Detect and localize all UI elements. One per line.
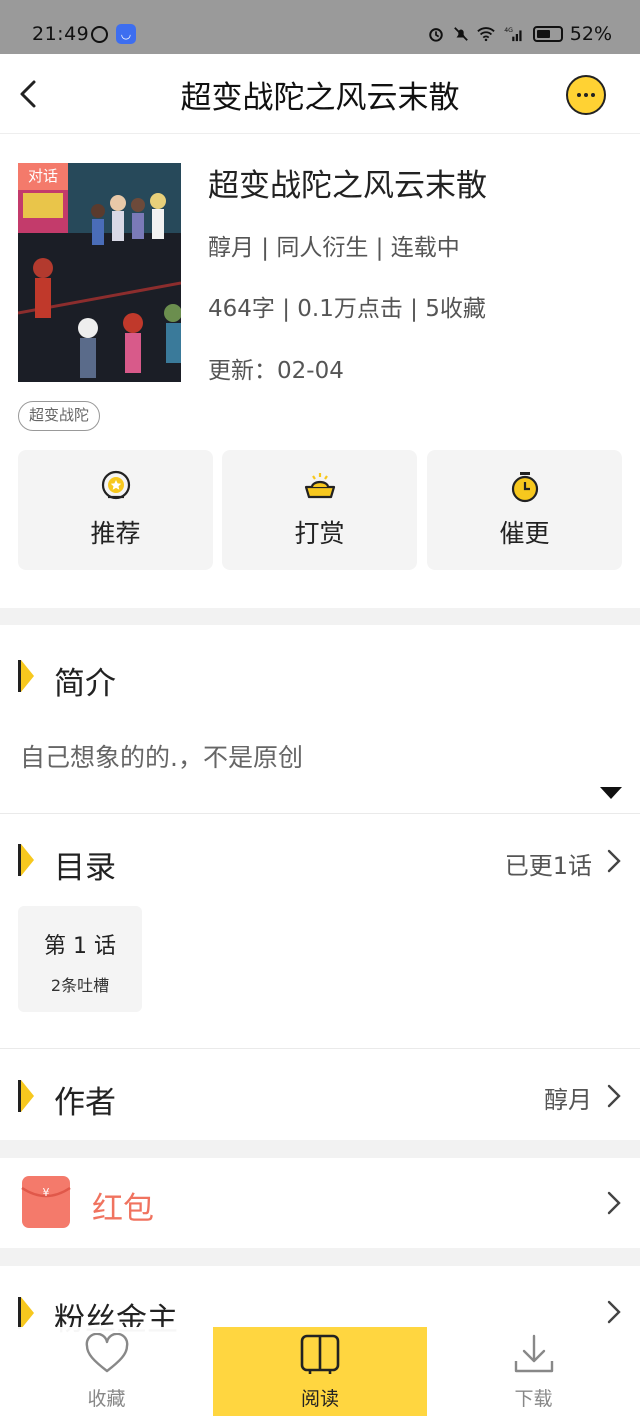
book-author-category-status: 醇月 | 同人衍生 | 连载中 <box>208 235 460 261</box>
read-label: 阅读 <box>300 1388 339 1410</box>
tip-label: 打赏 <box>294 519 345 548</box>
section-marker-icon <box>18 1297 34 1329</box>
heart-icon <box>85 1333 128 1373</box>
book-tag-chip[interactable]: 超变战陀 <box>18 401 101 431</box>
chevron-right-icon[interactable] <box>606 848 622 874</box>
battery-percent: 52% <box>569 23 612 45</box>
page-title: 超变战陀之风云末散 <box>180 80 460 116</box>
more-options-button[interactable] <box>566 75 606 115</box>
chapter-comment-count: 2条吐槽 <box>50 976 110 995</box>
section-divider <box>0 608 640 625</box>
chapter-card[interactable]: 第 1 话 2条吐槽 <box>18 906 142 1012</box>
book-title: 超变战陀之风云末散 <box>208 168 487 204</box>
download-label: 下载 <box>514 1388 553 1410</box>
status-time: 21:49 <box>32 23 90 45</box>
divider-line <box>0 813 640 814</box>
expand-arrow-icon[interactable] <box>600 787 622 799</box>
tip-button[interactable]: 打赏 <box>222 450 417 570</box>
chevron-right-icon[interactable] <box>606 1083 622 1109</box>
catalog-updated-count[interactable]: 已更1话 <box>505 846 592 881</box>
urge-update-button[interactable]: 催更 <box>427 450 622 570</box>
section-divider <box>0 1248 640 1266</box>
read-tab[interactable]: 阅读 <box>213 1327 427 1416</box>
section-marker-icon <box>18 1080 34 1112</box>
section-marker-icon <box>18 844 34 876</box>
battery-icon <box>532 26 563 42</box>
catalog-section-title: 目录 <box>54 850 116 886</box>
recommend-button[interactable]: 推荐 <box>18 450 213 570</box>
red-packet-icon[interactable]: ¥ <box>18 1174 74 1230</box>
status-bar: 21:49 ◡ 4G 52% <box>0 0 640 54</box>
alarm-icon <box>91 26 108 43</box>
more-dot <box>591 93 595 97</box>
book-stats: 464字 | 0.1万点击 | 5收藏 <box>208 296 486 322</box>
divider-line <box>0 1048 640 1049</box>
medal-icon <box>101 470 130 500</box>
author-section-title: 作者 <box>54 1085 116 1121</box>
more-dot <box>577 93 581 97</box>
red-packet-label[interactable]: 红包 <box>92 1183 154 1228</box>
chevron-right-icon[interactable] <box>606 1190 622 1216</box>
status-right: 4G 52% <box>427 23 612 45</box>
section-marker-icon <box>18 660 34 692</box>
intro-text: 自己想象的的.，不是原创 <box>20 743 303 772</box>
svg-text:¥: ¥ <box>43 1186 50 1199</box>
mute-icon <box>453 27 468 41</box>
alarm-icon <box>429 28 443 42</box>
section-divider <box>0 1140 640 1158</box>
intro-section-title: 简介 <box>54 666 116 702</box>
urge-update-label: 催更 <box>499 519 550 548</box>
chevron-right-icon[interactable] <box>606 1299 622 1325</box>
signal-icon: 4G <box>504 27 522 42</box>
chapter-title: 第 1 话 <box>44 934 116 959</box>
timer-icon <box>511 472 538 503</box>
bottom-action-bar: 收藏 阅读 下载 <box>0 1327 640 1416</box>
download-icon <box>514 1334 553 1373</box>
cover-tag-badge: 对话 <box>18 163 68 190</box>
gold-ingot-icon <box>304 473 335 499</box>
svg-text:4G: 4G <box>504 27 513 34</box>
favorite-label: 收藏 <box>87 1388 126 1410</box>
app-notification-icon: ◡ <box>116 24 136 44</box>
more-dot <box>584 93 588 97</box>
favorite-tab[interactable]: 收藏 <box>0 1327 213 1416</box>
book-cover-image[interactable] <box>18 163 181 382</box>
wifi-icon <box>477 27 495 42</box>
author-name[interactable]: 醇月 <box>544 1080 592 1115</box>
top-nav-bar: 超变战陀之风云末散 <box>0 54 640 134</box>
recommend-label: 推荐 <box>90 519 141 548</box>
book-update-date: 更新：02-04 <box>208 358 344 384</box>
download-tab[interactable]: 下载 <box>427 1327 640 1416</box>
book-icon <box>300 1334 340 1374</box>
